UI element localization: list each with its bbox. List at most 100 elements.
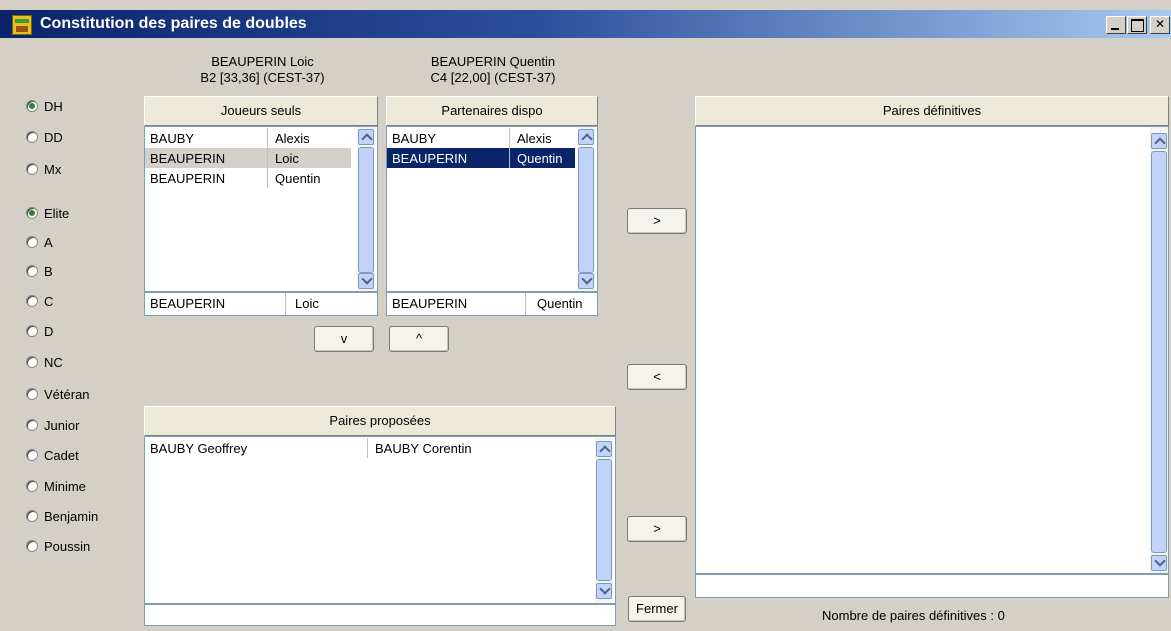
list-item[interactable]: BEAUPERIN Loic — [145, 148, 351, 168]
radio-5[interactable]: B — [26, 262, 53, 280]
scroll-up-icon[interactable] — [1151, 133, 1167, 149]
radio-6[interactable]: C — [26, 292, 53, 310]
radio-1[interactable]: DD — [26, 128, 63, 146]
radio-dot-icon[interactable] — [26, 131, 38, 143]
paires-definitives-header[interactable]: Paires définitives — [695, 96, 1169, 126]
cell-last: BAUBY — [150, 130, 195, 146]
move-down-button[interactable]: v — [314, 326, 374, 352]
title-bar[interactable]: Constitution des paires de doubles ✕ — [0, 10, 1171, 38]
radio-label: Minime — [44, 478, 86, 494]
paires-proposees-header[interactable]: Paires proposées — [144, 406, 616, 436]
cell-p1: BAUBY Geoffrey — [150, 440, 248, 456]
radio-12[interactable]: Minime — [26, 477, 86, 495]
scroll-down-icon[interactable] — [358, 273, 374, 289]
radio-dot-icon[interactable] — [26, 207, 38, 219]
maximize-button[interactable] — [1127, 16, 1147, 34]
radio-9[interactable]: Vétéran — [26, 385, 90, 403]
radio-label: Vétéran — [44, 386, 90, 402]
radio-dot-icon[interactable] — [26, 100, 38, 112]
scroll-thumb[interactable] — [358, 147, 374, 273]
radio-14[interactable]: Poussin — [26, 537, 90, 555]
joueurs-selection-field: BEAUPERIN Loic — [144, 292, 378, 316]
radio-dot-icon[interactable] — [26, 356, 38, 368]
radio-dot-icon[interactable] — [26, 449, 38, 461]
scroll-down-icon[interactable] — [578, 273, 594, 289]
cell-p2: BAUBY Corentin — [375, 440, 472, 456]
scroll-thumb[interactable] — [578, 147, 594, 273]
radio-label: NC — [44, 354, 63, 370]
definitives-count-status: Nombre de paires définitives : 0 — [822, 608, 1005, 623]
radio-dot-icon[interactable] — [26, 540, 38, 552]
radio-4[interactable]: A — [26, 233, 53, 251]
list-item[interactable]: BAUBY Alexis — [387, 128, 575, 148]
player2-detail: C4 [22,00] (CEST-37) — [430, 70, 556, 85]
radio-dot-icon[interactable] — [26, 388, 38, 400]
list-item[interactable]: BEAUPERIN Quentin — [387, 148, 575, 168]
scroll-down-icon[interactable] — [596, 583, 612, 599]
partenaires-dispo-list[interactable]: BAUBY Alexis BEAUPERIN Quentin — [386, 126, 598, 292]
list-item[interactable]: BEAUPERIN Quentin — [145, 168, 351, 188]
partenaires-selected-first: Quentin — [537, 296, 583, 311]
player1-name: BEAUPERIN Loic — [211, 54, 314, 69]
joueurs-seuls-list[interactable]: BAUBY Alexis BEAUPERIN Loic BEAUPERIN Quentin — [144, 126, 378, 292]
paires-proposees-list[interactable]: BAUBY Geoffrey BAUBY Corentin — [144, 436, 616, 604]
radio-2[interactable]: Mx — [26, 160, 61, 178]
list-item[interactable]: BAUBY Alexis — [145, 128, 351, 148]
joueurs-seuls-header[interactable]: Joueurs seuls — [144, 96, 378, 126]
list-item[interactable]: BAUBY Geoffrey BAUBY Corentin — [145, 438, 591, 458]
close-window-button[interactable]: ✕ — [1150, 16, 1170, 34]
radio-7[interactable]: D — [26, 322, 53, 340]
radio-8[interactable]: NC — [26, 353, 63, 371]
scroll-thumb[interactable] — [1151, 151, 1167, 553]
partenaires-dispo-header[interactable]: Partenaires dispo — [386, 96, 598, 126]
scroll-down-icon[interactable] — [1151, 555, 1167, 571]
partenaires-selection-field: BEAUPERIN Quentin — [386, 292, 598, 316]
add-definitive-top-button[interactable]: > — [627, 208, 687, 234]
proposees-selection-field — [144, 604, 616, 626]
radio-10[interactable]: Junior — [26, 416, 79, 434]
proposees-scrollbar[interactable] — [595, 437, 613, 603]
radio-label: Cadet — [44, 447, 79, 463]
radio-dot-icon[interactable] — [26, 419, 38, 431]
joueurs-scrollbar[interactable] — [357, 127, 375, 291]
window-title: Constitution des paires de doubles — [40, 15, 307, 32]
cell-first: Quentin — [275, 170, 321, 186]
add-definitive-bottom-button[interactable]: > — [627, 516, 687, 542]
radio-dot-icon[interactable] — [26, 510, 38, 522]
fermer-button[interactable]: Fermer — [628, 596, 686, 622]
radio-label: B — [44, 263, 53, 279]
player2-info: BEAUPERIN Quentin C4 [22,00] (CEST-37) — [388, 54, 598, 86]
radio-11[interactable]: Cadet — [26, 446, 79, 464]
radio-dot-icon[interactable] — [26, 295, 38, 307]
partenaires-scrollbar[interactable] — [577, 127, 595, 291]
scroll-up-icon[interactable] — [578, 129, 594, 145]
scroll-up-icon[interactable] — [358, 129, 374, 145]
cell-last: BEAUPERIN — [150, 170, 226, 186]
minimize-button[interactable] — [1106, 16, 1126, 34]
definitives-scrollbar[interactable] — [1150, 127, 1168, 573]
radio-label: C — [44, 293, 54, 309]
paires-definitives-list[interactable] — [695, 126, 1169, 574]
radio-dot-icon[interactable] — [26, 163, 38, 175]
radio-3[interactable]: Elite — [26, 204, 69, 222]
scroll-thumb[interactable] — [596, 459, 612, 581]
radio-dot-icon[interactable] — [26, 265, 38, 277]
radio-dot-icon[interactable] — [26, 236, 38, 248]
scroll-up-icon[interactable] — [596, 441, 612, 457]
radio-label: Mx — [44, 161, 62, 177]
joueurs-selected-last: BEAUPERIN — [150, 296, 226, 311]
cell-first: Alexis — [275, 130, 310, 146]
radio-label: Poussin — [44, 538, 91, 554]
move-up-button[interactable]: ^ — [389, 326, 449, 352]
app-logo-icon — [12, 15, 32, 35]
radio-dot-icon[interactable] — [26, 480, 38, 492]
radio-13[interactable]: Benjamin — [26, 507, 98, 525]
cell-last: BAUBY — [392, 130, 437, 146]
radio-0[interactable]: DH — [26, 97, 63, 115]
definitives-selection-field — [695, 574, 1169, 598]
player1-detail: B2 [33,36] (CEST-37) — [200, 70, 325, 85]
radio-label: DH — [44, 98, 63, 114]
remove-definitive-button[interactable]: < — [627, 364, 687, 390]
radio-label: DD — [44, 129, 63, 145]
radio-dot-icon[interactable] — [26, 325, 38, 337]
